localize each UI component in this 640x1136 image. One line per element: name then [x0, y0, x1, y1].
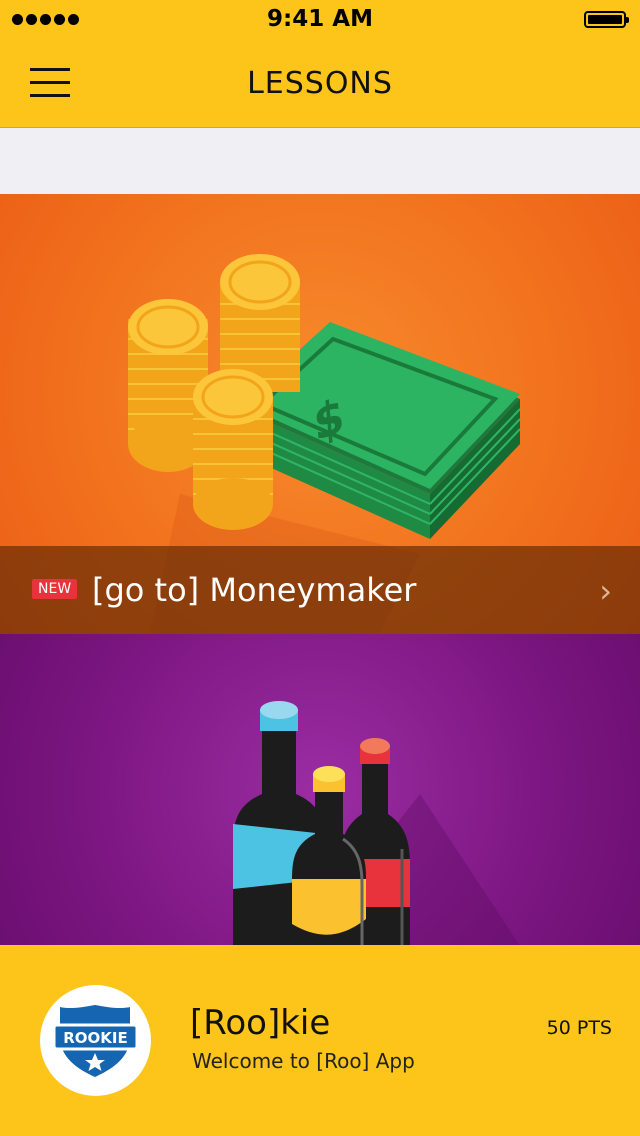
- points-value: 50 PTS: [546, 1017, 612, 1039]
- status-time: 9:41 AM: [267, 6, 373, 32]
- new-badge: NEW: [32, 579, 78, 599]
- spacer: [0, 128, 640, 194]
- bottles-illustration: [233, 701, 520, 946]
- lesson-caption[interactable]: NEW [go to] Moneymaker ›: [0, 546, 640, 634]
- nav-bar: LESSONS: [0, 40, 640, 128]
- chevron-right-icon: ›: [599, 572, 612, 610]
- rookie-label: ROOKIE: [63, 1029, 128, 1047]
- shield-icon: ROOKIE: [52, 1005, 139, 1077]
- rookie-badge: ROOKIE: [40, 985, 151, 1096]
- rank-title: [Roo]kie: [190, 1003, 331, 1043]
- page-title: LESSONS: [247, 66, 393, 101]
- lesson-card-moneymaker[interactable]: $ NEW [go to] Moneymaker ›: [0, 194, 640, 634]
- status-bar: 9:41 AM: [0, 0, 640, 40]
- profile-footer[interactable]: ROOKIE [Roo]kie Welcome to [Roo] App 50 …: [0, 945, 640, 1136]
- battery-icon: [584, 11, 629, 28]
- lesson-card-drinks[interactable]: [0, 634, 640, 946]
- welcome-text: Welcome to [Roo] App: [192, 1049, 415, 1073]
- svg-text:$: $: [311, 388, 346, 454]
- lesson-title: [go to] Moneymaker: [92, 571, 417, 609]
